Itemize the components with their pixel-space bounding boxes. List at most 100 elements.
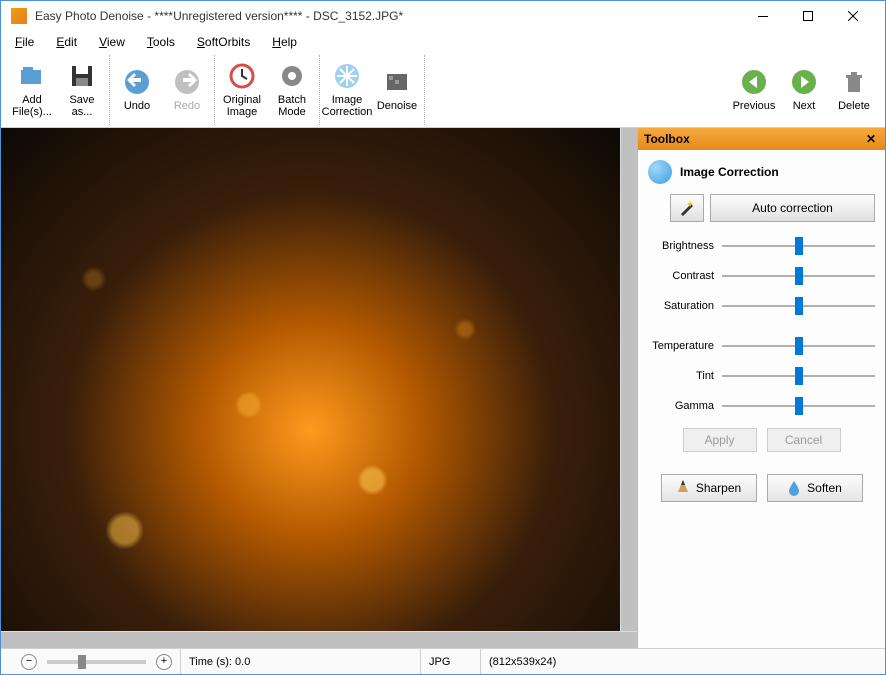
menu-edit[interactable]: Edit (52, 33, 81, 51)
undo-icon (123, 68, 151, 96)
zoom-out-button[interactable]: − (21, 654, 37, 670)
statusbar: − + Time (s): 0.0 JPG (812x539x24) (1, 648, 885, 674)
gear-icon (278, 62, 306, 90)
denoise-button[interactable]: Denoise (372, 55, 422, 125)
gamma-slider[interactable] (722, 396, 875, 416)
menu-tools[interactable]: Tools (143, 33, 179, 51)
add-files-icon (18, 62, 46, 90)
add-files-button[interactable]: Add File(s)... (7, 55, 57, 125)
image-correction-button[interactable]: Image Correction (322, 55, 372, 125)
brightness-slider[interactable] (722, 236, 875, 256)
toolbar-group-edit: Undo Redo (110, 55, 215, 125)
save-icon (68, 62, 96, 90)
toolbar-group-nav: Previous Next Delete (727, 55, 881, 125)
soften-label: Soften (807, 481, 842, 495)
delete-button[interactable]: Delete (829, 55, 879, 125)
clock-icon (228, 62, 256, 90)
save-as-button[interactable]: Save as... (57, 55, 107, 125)
redo-label: Redo (174, 100, 200, 112)
pencil-icon (676, 480, 690, 496)
contrast-label: Contrast (648, 270, 722, 282)
redo-icon (173, 68, 201, 96)
saturation-row: Saturation (648, 296, 875, 316)
temperature-label: Temperature (648, 340, 722, 352)
tint-slider[interactable] (722, 366, 875, 386)
zoom-in-button[interactable]: + (156, 654, 172, 670)
next-label: Next (793, 100, 816, 112)
vertical-scrollbar[interactable] (620, 128, 637, 631)
section-header: Image Correction (648, 160, 875, 184)
contrast-slider[interactable] (722, 266, 875, 286)
add-files-label: Add File(s)... (9, 94, 55, 118)
original-image-button[interactable]: Original Image (217, 55, 267, 125)
zoom-control[interactable]: − + (1, 649, 181, 674)
maximize-button[interactable] (785, 2, 830, 30)
titlebar: Easy Photo Denoise - ****Unregistered ve… (1, 1, 885, 31)
section-title: Image Correction (680, 165, 779, 179)
toolbox-title: Toolbox (644, 132, 690, 146)
contrast-row: Contrast (648, 266, 875, 286)
magic-wand-button[interactable] (670, 194, 704, 222)
batch-mode-button[interactable]: Batch Mode (267, 55, 317, 125)
next-button[interactable]: Next (779, 55, 829, 125)
toolbar-group-process: Image Correction Denoise (320, 55, 425, 125)
snowflake-icon (648, 160, 672, 184)
menu-help[interactable]: Help (268, 33, 301, 51)
workspace: Toolbox ✕ Image Correction Auto correcti… (1, 128, 885, 648)
minimize-button[interactable] (740, 2, 785, 30)
save-as-label: Save as... (59, 94, 105, 118)
undo-button[interactable]: Undo (112, 55, 162, 125)
tint-label: Tint (648, 370, 722, 382)
toolbar-group-file: Add File(s)...Save as... (5, 55, 110, 125)
menu-softorbits[interactable]: SoftOrbits (193, 33, 254, 51)
redo-button[interactable]: Redo (162, 55, 212, 125)
saturation-slider[interactable] (722, 296, 875, 316)
menubar: File Edit View Tools SoftOrbits Help (1, 31, 885, 53)
gamma-row: Gamma (648, 396, 875, 416)
next-icon (790, 68, 818, 96)
image-canvas[interactable] (1, 128, 620, 631)
temperature-row: Temperature (648, 336, 875, 356)
drop-icon (787, 480, 801, 496)
horizontal-scrollbar[interactable] (1, 631, 637, 648)
window-title: Easy Photo Denoise - ****Unregistered ve… (35, 9, 740, 23)
previous-button[interactable]: Previous (729, 55, 779, 125)
tint-row: Tint (648, 366, 875, 386)
toolbox-panel: Toolbox ✕ Image Correction Auto correcti… (637, 128, 885, 648)
status-time: Time (s): 0.0 (181, 649, 421, 674)
soften-button[interactable]: Soften (767, 474, 863, 502)
saturation-label: Saturation (648, 300, 722, 312)
zoom-slider[interactable] (47, 660, 146, 664)
close-button[interactable] (830, 2, 875, 30)
image-correction-label: Image Correction (322, 94, 373, 118)
apply-button[interactable]: Apply (683, 428, 757, 452)
brightness-row: Brightness (648, 236, 875, 256)
toolbox-header: Toolbox ✕ (638, 128, 885, 150)
status-format: JPG (421, 649, 481, 674)
toolbar-group-view: Original ImageBatch Mode (215, 55, 320, 125)
snowflake-icon (333, 62, 361, 90)
sharpen-label: Sharpen (696, 481, 741, 495)
canvas-area (1, 128, 637, 648)
brightness-label: Brightness (648, 240, 722, 252)
trash-icon (840, 68, 868, 96)
original-image-label: Original Image (219, 94, 265, 118)
menu-file[interactable]: File (11, 33, 38, 51)
denoise-icon (383, 68, 411, 96)
delete-label: Delete (838, 100, 870, 112)
denoise-label: Denoise (377, 100, 417, 112)
temperature-slider[interactable] (722, 336, 875, 356)
cancel-button[interactable]: Cancel (767, 428, 841, 452)
app-icon (11, 8, 27, 24)
auto-correction-button[interactable]: Auto correction (710, 194, 875, 222)
undo-label: Undo (124, 100, 150, 112)
status-dimensions: (812x539x24) (481, 649, 885, 674)
previous-label: Previous (733, 100, 776, 112)
menu-view[interactable]: View (95, 33, 129, 51)
toolbar: Add File(s)...Save as... Undo Redo Origin… (1, 53, 885, 128)
gamma-label: Gamma (648, 400, 722, 412)
toolbox-close-button[interactable]: ✕ (863, 132, 879, 146)
sharpen-button[interactable]: Sharpen (661, 474, 757, 502)
prev-icon (740, 68, 768, 96)
batch-mode-label: Batch Mode (269, 94, 315, 118)
